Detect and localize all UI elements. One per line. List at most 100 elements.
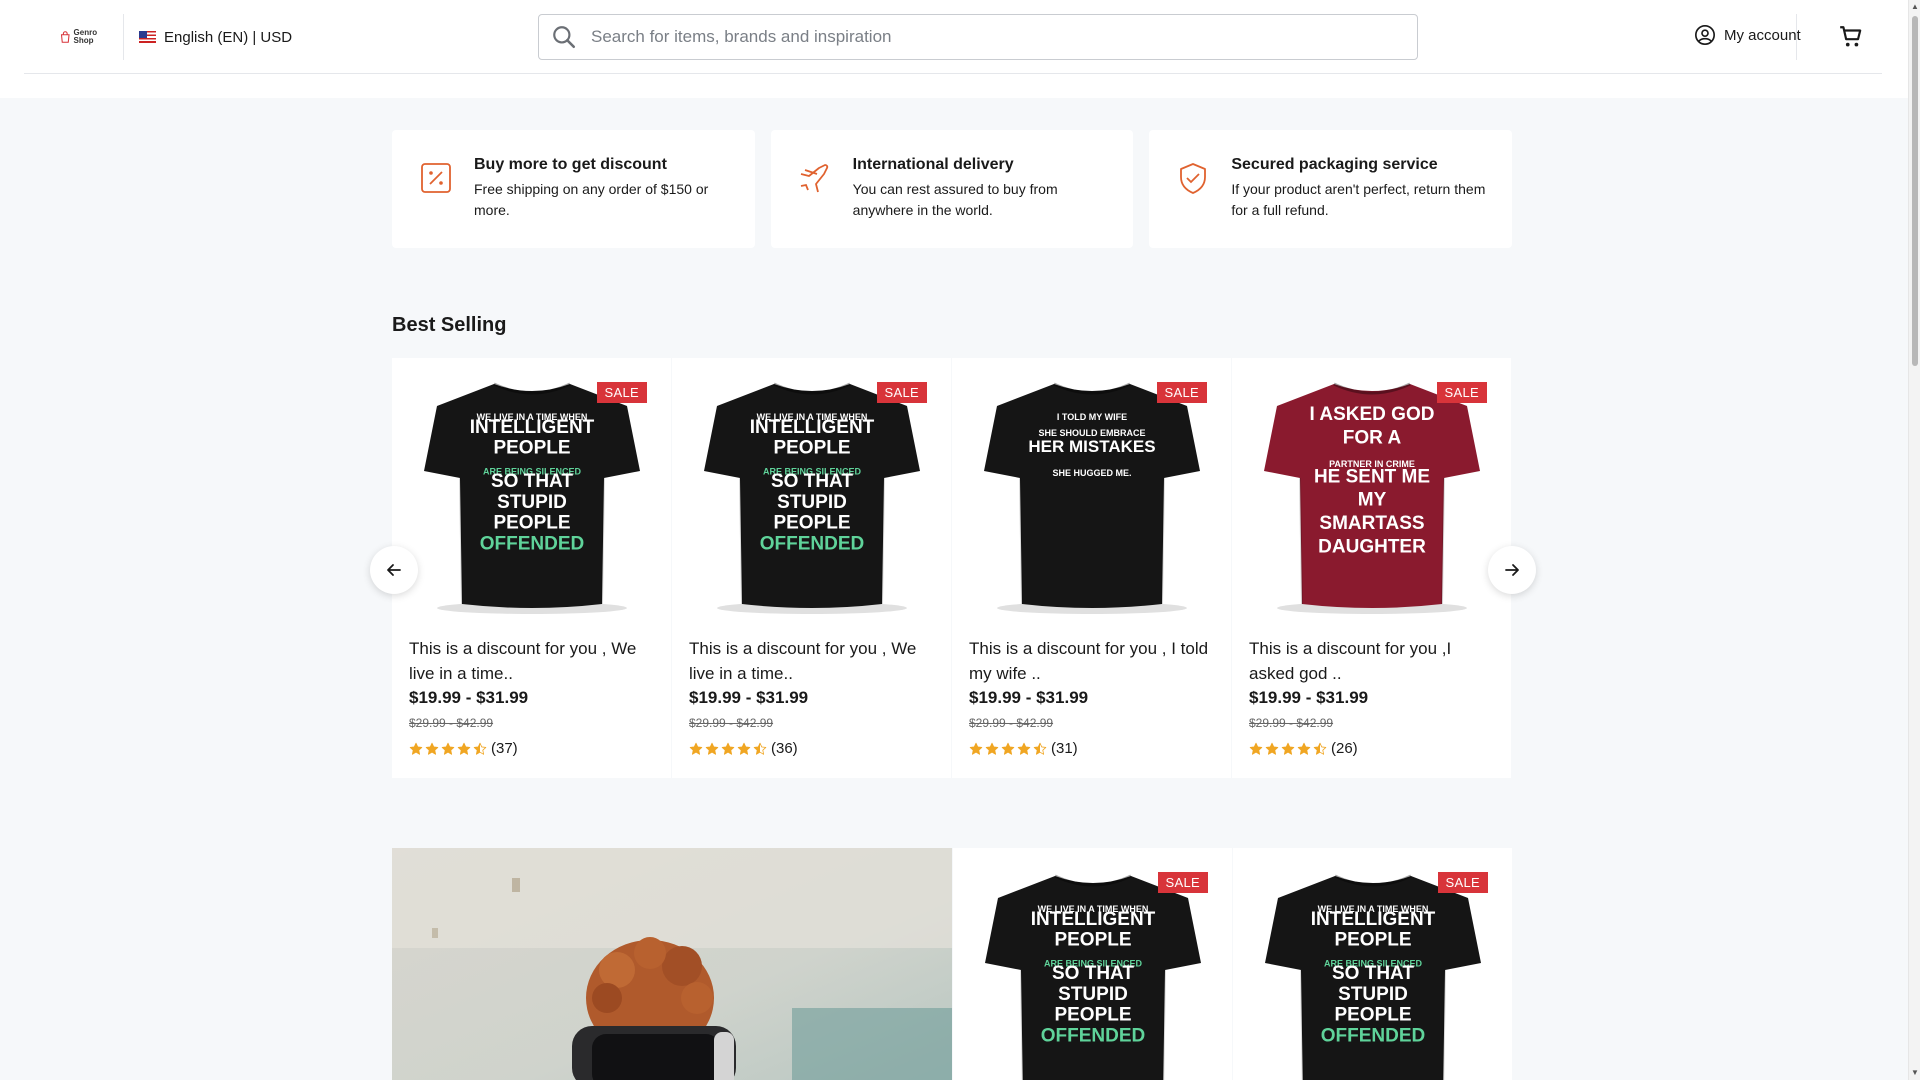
product-original-price: $29.99 - $42.99 [1249,716,1334,730]
review-count: (31) [1051,740,1078,757]
star-full-icon [1249,742,1263,755]
star-rating [689,742,767,756]
shirt-print-text: INTELLIGENT [1031,909,1156,930]
locale-selector[interactable]: English (EN) | USD [139,27,292,47]
feature-description: Free shipping on any order of $150 or mo… [474,181,709,218]
review-count: (37) [491,740,518,757]
us-flag-icon [139,31,156,43]
shirt-print-text: HER MISTAKES [1028,437,1155,456]
product-card[interactable]: WE LIVE IN A TIME WHEN INTELLIGENT PEOPLE A… [392,358,671,778]
review-count: (36) [771,740,798,757]
shirt-print-text: INTELLIGENT [1311,909,1436,930]
product-original-price: $29.99 - $42.99 [689,716,774,730]
tshirt-image: I ASKED GODFOR APARTNER IN CRIMEHE SENT … [1264,382,1480,614]
product-title[interactable]: This is a discount for you , We live in … [409,636,659,686]
shirt-print-text: STUPID [497,492,567,513]
my-account-label: My account [1724,26,1801,44]
vr-promo-banner[interactable] [392,848,952,1080]
star-full-icon [425,742,439,755]
product-price: $19.99 - $31.99 [969,688,1089,707]
shirt-print-text: PEOPLE [1054,930,1131,951]
product-card[interactable]: WE LIVE IN A TIME WHEN INTELLIGENT PEOPLE A… [953,848,1232,1080]
feature-description: If your product aren't perfect, return t… [1231,181,1486,218]
my-account-link[interactable]: My account [1694,24,1801,46]
tshirt-image: WE LIVE IN A TIME WHENINTELLIGENTPEOPLEA… [424,382,640,614]
search-icon[interactable] [551,24,577,50]
feature-card-discount: Buy more to get discount Free shipping o… [392,130,755,248]
shirt-print-text: STUPID [1338,984,1408,1005]
star-half-icon [1033,742,1047,755]
shirt-print-text: STUPID [1058,984,1128,1005]
scroll-up-icon[interactable]: ▲ [1909,0,1920,14]
product-rating: (31) [969,740,1078,757]
star-full-icon [409,742,423,755]
product-price: $19.99 - $31.99 [409,688,529,707]
shirt-print-text: PEOPLE [493,513,570,534]
feature-title: Buy more to get discount [474,156,667,173]
star-full-icon [1017,742,1031,755]
search-input[interactable] [591,27,1391,47]
scrollbar-thumb[interactable] [1912,16,1918,366]
scroll-down-icon[interactable]: ▼ [1909,1066,1920,1080]
sale-badge: SALE [1437,872,1488,893]
shirt-print-text: STUPID [777,492,847,513]
search-bar[interactable] [538,14,1418,60]
sale-badge: SALE [596,382,647,403]
carousel-prev-button[interactable] [370,546,418,594]
product-image[interactable]: WE LIVE IN A TIME WHEN INTELLIGENT PEOPLE A… [969,868,1217,1080]
product-card[interactable]: WE LIVE IN A TIME WHEN INTELLIGENT PEOPLE A… [672,358,951,778]
product-card[interactable]: I ASKED GOD FOR A PARTNER IN CRIME HE SENT … [1232,358,1511,778]
feature-card-packaging: Secured packaging service If your produc… [1149,130,1513,248]
shield-check-icon [1180,163,1207,194]
shirt-print-text: SO THAT [1332,963,1414,984]
shirt-print-text: SO THAT [771,471,853,492]
product-title[interactable]: This is a discount for you ,I asked god … [1249,636,1499,686]
star-half-icon [753,742,767,755]
shirt-print-text: PEOPLE [1334,930,1411,951]
product-card[interactable]: WE LIVE IN A TIME WHEN INTELLIGENT PEOPLE A… [1233,848,1512,1080]
star-full-icon [721,742,735,755]
discount-tag-icon [421,163,451,193]
arrow-left-icon [387,564,401,576]
shirt-print-text: SHE HUGGED ME. [1052,468,1131,478]
product-image[interactable]: WE LIVE IN A TIME WHEN INTELLIGENT PEOPLE A… [688,376,936,616]
review-count: (26) [1331,740,1358,757]
best-selling-heading: Best Selling [392,314,507,336]
star-full-icon [689,742,703,755]
feature-title: International delivery [852,156,1014,173]
tshirt-image: WE LIVE IN A TIME WHENINTELLIGENTPEOPLEA… [704,382,920,614]
star-full-icon [1265,742,1279,755]
carousel-next-button[interactable] [1488,546,1536,594]
product-title[interactable]: This is a discount for you , I told my w… [969,636,1219,686]
star-rating [409,742,487,756]
product-price: $19.99 - $31.99 [689,688,809,707]
page-scrollbar[interactable]: ▲ ▼ [1908,0,1920,1080]
product-original-price: $29.99 - $42.99 [969,716,1054,730]
shirt-print-text: SO THAT [1052,963,1134,984]
product-image[interactable]: I ASKED GOD FOR A PARTNER IN CRIME HE SENT … [1248,376,1496,616]
star-half-icon [1313,742,1327,755]
product-title[interactable]: This is a discount for you , We live in … [689,636,939,686]
logo-text: Genro Shop [73,28,98,45]
shirt-print-text: PEOPLE [1054,1005,1131,1026]
sale-badge: SALE [1157,872,1208,893]
product-rating: (37) [409,740,518,757]
arrow-right-icon [1505,564,1519,576]
product-image[interactable]: WE LIVE IN A TIME WHEN INTELLIGENT PEOPLE A… [1249,868,1497,1080]
feature-title: Secured packaging service [1231,156,1438,173]
shop-logo[interactable]: Genro Shop [60,24,108,50]
featured-section: WE LIVE IN A TIME WHEN INTELLIGENT PEOPLE A… [392,848,1512,1080]
product-image[interactable]: I TOLD MY WIFE SHE SHOULD EMBRACE HER MIST… [968,376,1216,616]
shirt-print-text: SMARTASS [1319,513,1424,534]
product-image[interactable]: WE LIVE IN A TIME WHEN INTELLIGENT PEOPLE A… [408,376,656,616]
product-card[interactable]: I TOLD MY WIFE SHE SHOULD EMBRACE HER MIST… [952,358,1231,778]
shirt-print-text: PEOPLE [773,513,850,534]
tshirt-image: WE LIVE IN A TIME WHENINTELLIGENTPEOPLEA… [985,874,1201,1080]
shirt-print-text: OFFENDED [1321,1025,1426,1046]
shopping-bag-logo-icon [60,31,70,43]
cart-icon[interactable] [1838,24,1864,50]
feature-card-delivery: International delivery You can rest assu… [770,130,1134,248]
best-selling-carousel: WE LIVE IN A TIME WHEN INTELLIGENT PEOPLE A… [392,358,1512,778]
tshirt-image: WE LIVE IN A TIME WHENINTELLIGENTPEOPLEA… [1265,874,1481,1080]
star-full-icon [985,742,999,755]
